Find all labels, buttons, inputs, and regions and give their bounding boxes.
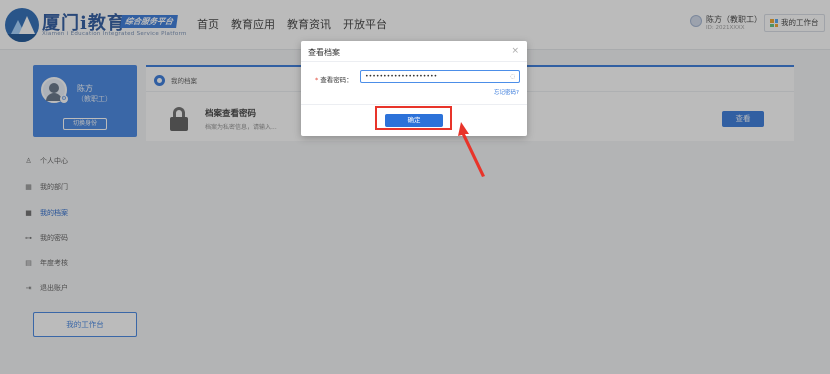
highlight-box <box>375 106 452 130</box>
pointer-arrow-icon <box>458 122 485 177</box>
required-mark: * <box>315 76 319 84</box>
password-input[interactable] <box>360 70 520 83</box>
forgot-password-link[interactable]: 忘记密码? <box>494 88 519 96</box>
close-icon[interactable]: × <box>511 46 519 56</box>
divider <box>301 61 527 62</box>
divider <box>301 104 527 105</box>
dialog-title: 查看档案 <box>308 48 340 57</box>
password-label: * 查看密码： <box>315 76 353 84</box>
eye-icon[interactable]: ◌ <box>510 73 515 80</box>
